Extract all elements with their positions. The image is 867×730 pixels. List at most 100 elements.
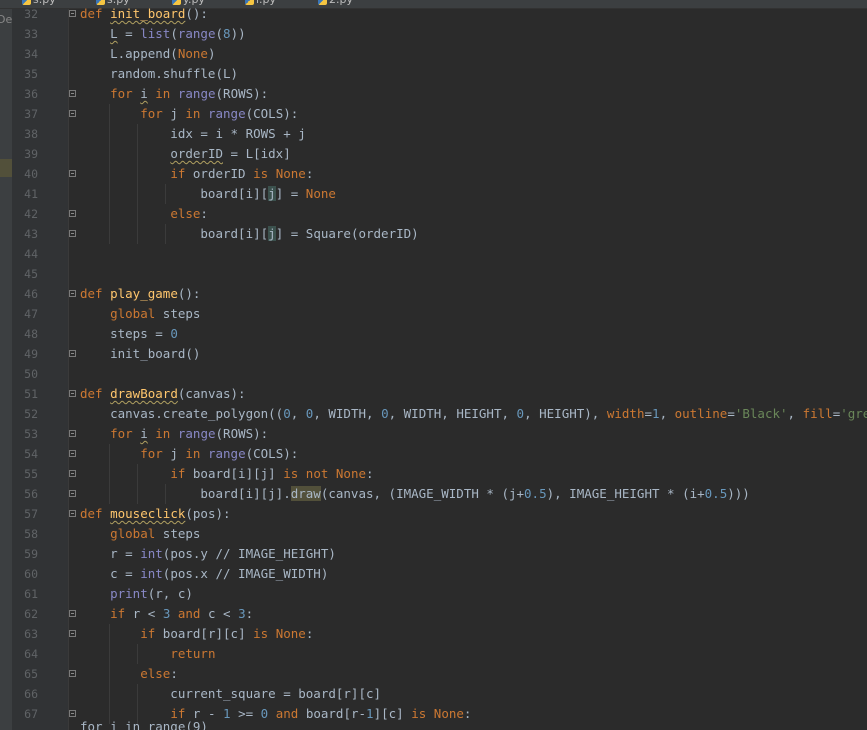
code-line[interactable]: 56 board[i][j].draw(canvas, (IMAGE_WIDTH…: [0, 484, 867, 504]
code-token: is: [253, 166, 269, 181]
code-token: random.shuffle(L): [80, 66, 239, 81]
code-token: range: [207, 106, 246, 121]
fold-marker-icon[interactable]: [69, 110, 76, 117]
code-token: range: [177, 426, 216, 441]
code-line[interactable]: 51 def drawBoard(canvas):: [0, 384, 867, 404]
code-line[interactable]: 61 print(r, c): [0, 584, 867, 604]
fold-marker-icon[interactable]: [69, 10, 76, 17]
code-line[interactable]: 39 orderID = L[idx]: [0, 144, 867, 164]
code-line[interactable]: 59 r = int(pos.y // IMAGE_HEIGHT): [0, 544, 867, 564]
code-token: j: [162, 446, 186, 461]
code-token: return: [170, 646, 216, 661]
fold-marker-icon[interactable]: [69, 430, 76, 437]
code-token: ,: [290, 406, 306, 421]
code-line[interactable]: 38 idx = i * ROWS + j: [0, 124, 867, 144]
code-line[interactable]: 60 c = int(pos.x // IMAGE_WIDTH): [0, 564, 867, 584]
fold-marker-icon[interactable]: [69, 670, 76, 677]
code-line[interactable]: 35 random.shuffle(L): [0, 64, 867, 84]
code-token: int: [140, 566, 163, 581]
code-line[interactable]: 49 init_board(): [0, 344, 867, 364]
code-text: board[i][j].draw(canvas, (IMAGE_WIDTH * …: [80, 484, 750, 504]
code-text: def init_board():: [80, 4, 208, 24]
code-token: in: [155, 86, 171, 101]
line-number: 46: [24, 287, 38, 301]
fold-marker-icon[interactable]: [69, 710, 76, 717]
code-line[interactable]: 62 if r < 3 and c < 3:: [0, 604, 867, 624]
fold-marker-icon[interactable]: [69, 610, 76, 617]
code-token: (ROWS):: [215, 426, 269, 441]
fold-marker-icon[interactable]: [69, 210, 76, 217]
code-token: else: [140, 666, 171, 681]
code-text: else:: [80, 204, 208, 224]
code-token: board[i][: [80, 226, 269, 241]
code-token: if: [110, 606, 126, 621]
fold-marker-icon[interactable]: [69, 630, 76, 637]
fold-marker-icon[interactable]: [69, 170, 76, 177]
code-preview-line: for i in range(9): [0, 717, 867, 730]
line-number: 39: [24, 147, 38, 161]
code-line[interactable]: 52 canvas.create_polygon((0, 0, WIDTH, 0…: [0, 404, 867, 424]
code-token: outline: [674, 406, 728, 421]
code-token: for: [110, 86, 133, 101]
fold-marker-icon[interactable]: [69, 290, 76, 297]
code-line[interactable]: 47 global steps: [0, 304, 867, 324]
code-line[interactable]: 58 global steps: [0, 524, 867, 544]
code-line[interactable]: 34 L.append(None): [0, 44, 867, 64]
code-token: (COLS):: [245, 446, 299, 461]
code-line[interactable]: 66 current_square = board[r][c]: [0, 684, 867, 704]
code-line[interactable]: 50: [0, 364, 867, 384]
fold-marker-icon[interactable]: [69, 450, 76, 457]
code-token: global: [110, 306, 156, 321]
code-token: 1: [652, 406, 660, 421]
code-line[interactable]: 44: [0, 244, 867, 264]
code-line[interactable]: 40 if orderID is None:: [0, 164, 867, 184]
code-token: i: [140, 86, 148, 101]
code-token: :: [366, 466, 374, 481]
line-number: 58: [24, 527, 38, 541]
code-line[interactable]: 33 L = list(range(8)): [0, 24, 867, 44]
code-token: :: [305, 626, 314, 641]
fold-marker-icon[interactable]: [69, 90, 76, 97]
code-line[interactable]: 48 steps = 0: [0, 324, 867, 344]
code-line[interactable]: 45: [0, 264, 867, 284]
code-line[interactable]: 41 board[i][j] = None: [0, 184, 867, 204]
line-number: 65: [24, 667, 38, 681]
code-token: L: [110, 26, 118, 41]
code-line[interactable]: 36 for i in range(ROWS):: [0, 84, 867, 104]
fold-marker-icon[interactable]: [69, 230, 76, 237]
fold-marker-icon[interactable]: [69, 470, 76, 477]
code-line[interactable]: 32 def init_board():: [0, 4, 867, 24]
code-text: L.append(None): [80, 44, 215, 64]
code-line[interactable]: 54 for j in range(COLS):: [0, 444, 867, 464]
code-token: (canvas):: [177, 386, 246, 401]
code-line[interactable]: 64 return: [0, 644, 867, 664]
code-line[interactable]: 53 for i in range(ROWS):: [0, 424, 867, 444]
code-line[interactable]: 46 def play_game():: [0, 284, 867, 304]
code-token: = L[idx]: [223, 146, 291, 161]
fold-marker-icon[interactable]: [69, 390, 76, 397]
code-line[interactable]: 63 if board[r][c] is None:: [0, 624, 867, 644]
code-line[interactable]: 55 if board[i][j] is not None:: [0, 464, 867, 484]
code-token: (pos.x // IMAGE_WIDTH): [162, 566, 329, 581]
line-number: 66: [24, 687, 38, 701]
code-line[interactable]: 42 else:: [0, 204, 867, 224]
code-line[interactable]: 37 for j in range(COLS):: [0, 104, 867, 124]
code-line[interactable]: 65 else:: [0, 664, 867, 684]
code-text: board[i][j] = None: [80, 184, 336, 204]
line-number: 63: [24, 627, 38, 641]
fold-marker-icon[interactable]: [69, 510, 76, 517]
code-token: :: [305, 166, 314, 181]
code-line[interactable]: 43 board[i][j] = Square(orderID): [0, 224, 867, 244]
code-token: else: [170, 206, 201, 221]
code-text: if board[i][j] is not None:: [80, 464, 374, 484]
fold-marker-icon[interactable]: [69, 350, 76, 357]
code-token: 0: [516, 406, 525, 421]
code-line[interactable]: 57 def mouseclick(pos):: [0, 504, 867, 524]
fold-marker-icon[interactable]: [69, 490, 76, 497]
